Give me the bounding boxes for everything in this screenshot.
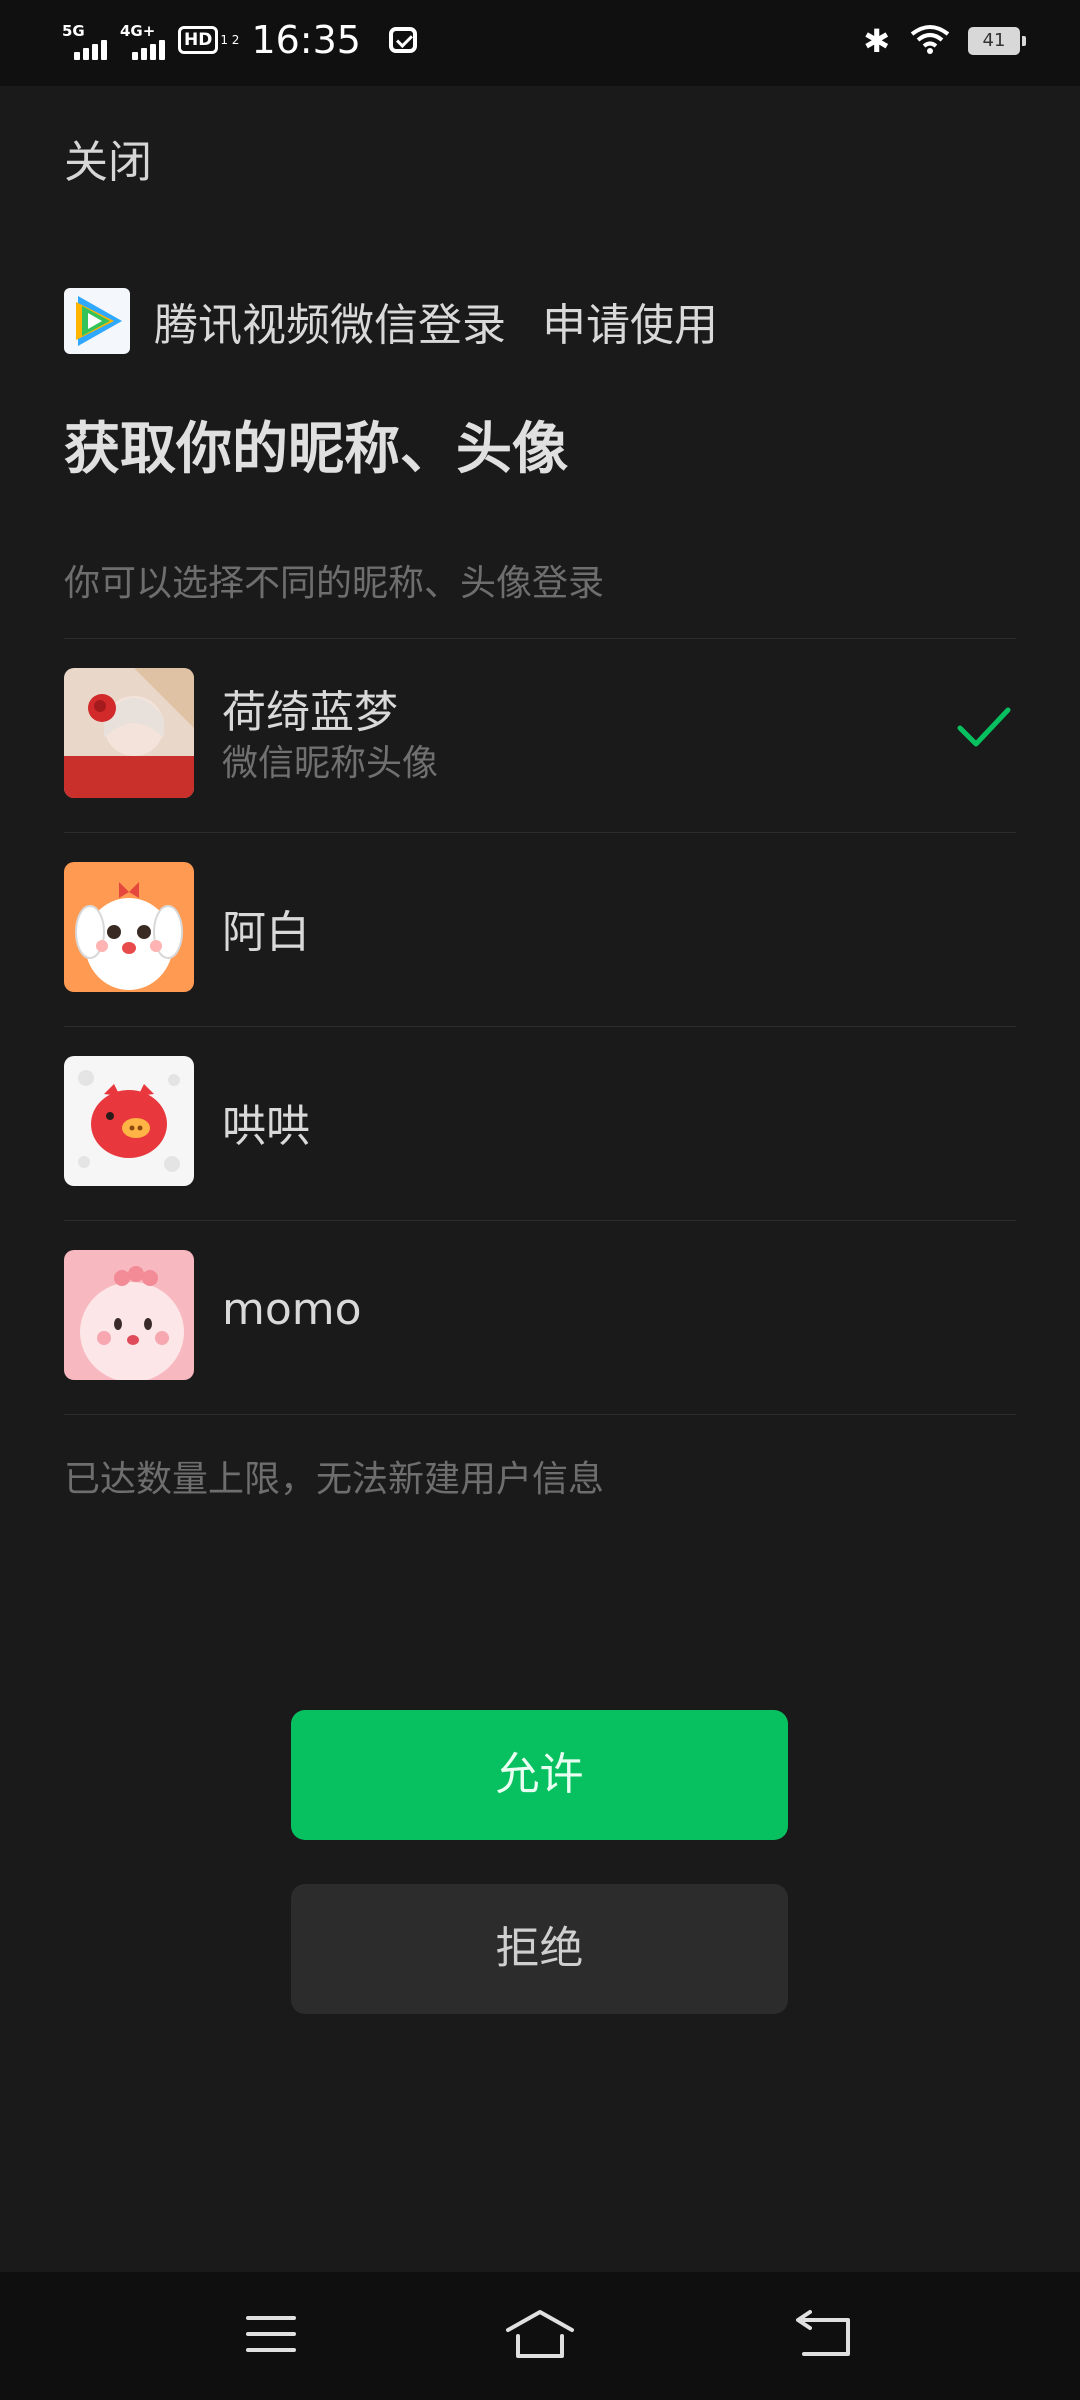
account-name: 哄哄 <box>222 1101 310 1152</box>
avatar <box>64 668 194 798</box>
account-item-0[interactable]: 荷绮蓝梦 微信昵称头像 <box>0 638 1080 832</box>
allow-button[interactable]: 允许 <box>291 1710 788 1840</box>
bluetooth-icon: ✱ <box>863 22 890 60</box>
limit-note: 已达数量上限，无法新建用户信息 <box>64 1459 605 1500</box>
signal-icon-2: 4G+ <box>120 20 168 60</box>
close-button[interactable]: 关闭 <box>64 126 152 190</box>
account-name: momo <box>222 1284 362 1335</box>
account-desc: 微信昵称头像 <box>222 743 439 784</box>
battery-icon: 41 <box>968 27 1026 55</box>
status-left: 5G 4G+ HD 1 2 16:35 <box>62 18 417 62</box>
status-bar: 5G 4G+ HD 1 2 16:35 ✱ 41 <box>0 0 1080 86</box>
app-name: 腾讯视频微信登录 <box>154 300 506 351</box>
menu-icon[interactable] <box>232 2306 312 2366</box>
home-icon[interactable] <box>500 2306 580 2366</box>
back-icon[interactable] <box>784 2306 864 2366</box>
app-info: 腾讯视频微信登录 申请使用 <box>64 288 718 354</box>
avatar <box>64 1056 194 1186</box>
request-label: 申请使用 <box>542 300 718 351</box>
navigation-bar <box>0 2272 1080 2400</box>
sim2-label: 4G+ <box>120 22 156 40</box>
divider <box>64 1414 1016 1415</box>
signal-icon: 5G <box>62 20 110 60</box>
wifi-icon <box>910 24 950 58</box>
account-item-1[interactable]: 阿白 <box>0 832 1080 1026</box>
account-name: 阿白 <box>222 907 310 958</box>
page-title: 获取你的昵称、头像 <box>64 417 568 482</box>
hd-icon: HD 1 2 <box>178 26 239 54</box>
status-right: ✱ 41 <box>863 22 1026 60</box>
sim1-label: 5G <box>62 22 85 40</box>
account-item-2[interactable]: 哄哄 <box>0 1026 1080 1220</box>
auth-dialog: 关闭 腾讯视频微信登录 申请使用 获取你的昵称、头像 你可以选择不同的昵称、头像… <box>0 86 1080 2272</box>
check-icon <box>956 698 1012 754</box>
avatar <box>64 862 194 992</box>
clock: 16:35 <box>251 18 361 62</box>
app-logo-icon <box>64 288 130 354</box>
avatar <box>64 1250 194 1380</box>
message-icon <box>388 27 417 53</box>
deny-button[interactable]: 拒绝 <box>291 1884 788 2014</box>
account-item-3[interactable]: momo <box>0 1220 1080 1414</box>
page-subtitle: 你可以选择不同的昵称、头像登录 <box>64 563 605 604</box>
hd-label: HD <box>178 26 219 54</box>
hd-sub: 1 2 <box>220 33 240 47</box>
account-name: 荷绮蓝梦 <box>222 687 398 738</box>
